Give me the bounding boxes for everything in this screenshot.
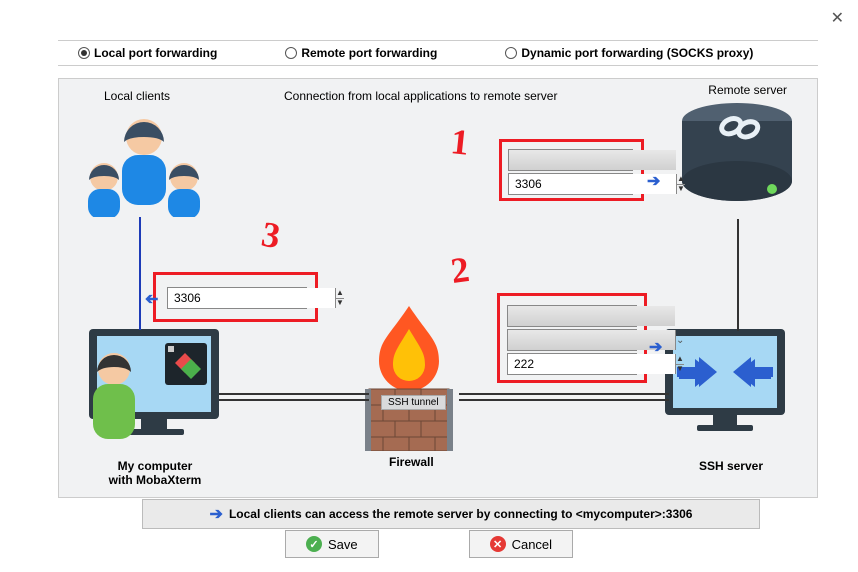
- spinner-icon[interactable]: ▲▼: [676, 174, 685, 194]
- close-icon: ✕: [490, 536, 506, 552]
- marker-2: 2: [448, 248, 472, 292]
- arrow-right-icon: ➔: [210, 504, 223, 524]
- tab-label: Dynamic port forwarding (SOCKS proxy): [521, 46, 753, 60]
- server-disk-icon: [672, 99, 802, 219]
- remote-port-input[interactable]: ▲▼: [508, 173, 633, 195]
- arrow-left-icon: ➔: [145, 289, 158, 309]
- tab-label: Remote port forwarding: [301, 46, 437, 60]
- tab-local-forwarding[interactable]: Local port forwarding: [58, 46, 237, 60]
- people-icon: [74, 107, 214, 217]
- arrow-right-icon: ➔: [647, 171, 660, 191]
- button-label: Cancel: [512, 537, 552, 552]
- arrow-right-icon: ➔: [649, 337, 662, 357]
- ssh-user-select[interactable]: ⌄: [507, 329, 637, 351]
- connection-header: Connection from local applications to re…: [284, 89, 557, 103]
- my-computer-icon: [69, 329, 229, 459]
- ssh-host-input[interactable]: [507, 305, 637, 327]
- forwarding-type-tabs: Local port forwarding Remote port forwar…: [58, 40, 818, 66]
- local-clients-header: Local clients: [104, 89, 170, 103]
- spinner-icon[interactable]: ▲▼: [675, 354, 684, 374]
- radio-icon: [505, 47, 517, 59]
- tab-remote-forwarding[interactable]: Remote port forwarding: [265, 46, 457, 60]
- radio-icon: [285, 47, 297, 59]
- input-field[interactable]: [168, 288, 335, 308]
- chevron-down-icon[interactable]: ⌄: [675, 330, 684, 350]
- local-port-input[interactable]: ▲▼: [167, 287, 307, 309]
- remote-host-input[interactable]: [508, 149, 633, 171]
- spinner-icon[interactable]: ▲▼: [335, 288, 344, 308]
- close-icon[interactable]: ✕: [831, 8, 844, 28]
- cancel-button[interactable]: ✕ Cancel: [469, 530, 573, 558]
- marker-3: 3: [258, 213, 283, 257]
- hint-text: Local clients can access the remote serv…: [229, 507, 693, 521]
- marker-1: 1: [449, 120, 471, 164]
- remote-server-header: Remote server: [708, 83, 787, 97]
- tab-dynamic-forwarding[interactable]: Dynamic port forwarding (SOCKS proxy): [485, 46, 773, 60]
- input-field[interactable]: [508, 354, 675, 374]
- radio-checked-icon: [78, 47, 90, 59]
- tab-label: Local port forwarding: [94, 46, 217, 60]
- ssh-port-input[interactable]: ▲▼: [507, 353, 637, 375]
- tunnel-diagram-panel: Local clients Connection from local appl…: [58, 78, 818, 498]
- input-field[interactable]: [509, 150, 676, 170]
- button-label: Save: [328, 537, 358, 552]
- check-icon: ✓: [306, 536, 322, 552]
- input-field[interactable]: [508, 306, 675, 326]
- hint-bar: ➔ Local clients can access the remote se…: [142, 499, 760, 529]
- save-button[interactable]: ✓ Save: [285, 530, 379, 558]
- my-computer-label: My computerwith MobaXterm: [95, 459, 215, 487]
- firewall-label: Firewall: [389, 455, 434, 469]
- ssh-tunnel-badge: SSH tunnel: [381, 395, 446, 410]
- firewall-icon: [349, 301, 469, 451]
- ssh-server-label: SSH server: [699, 459, 763, 473]
